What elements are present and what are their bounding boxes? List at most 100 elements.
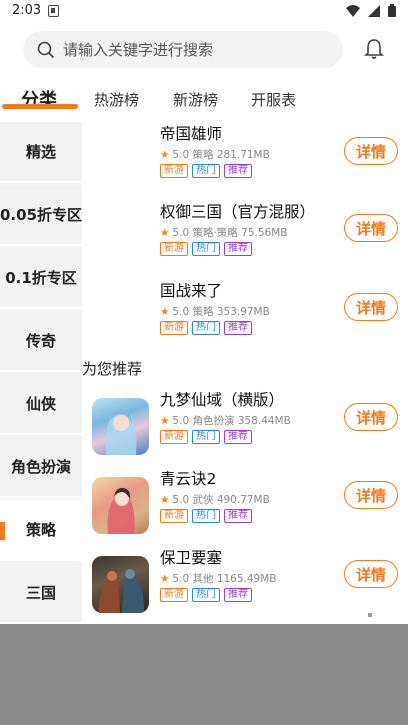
sidebar-item-label: 0.1折专区 (5, 269, 77, 287)
star-icon: ★ (160, 415, 170, 427)
detail-button[interactable]: 详情 (344, 293, 398, 321)
game-artwork (105, 408, 137, 455)
game-tags: 新游 热门 推荐 (160, 242, 252, 256)
game-thumbnail (92, 398, 149, 455)
search-placeholder: 请输入关键字进行搜索 (63, 41, 214, 59)
tag-hot: 热门 (192, 321, 220, 335)
game-size: 281.71MB (216, 149, 270, 161)
sidebar-item-rpg[interactable]: 角色扮演 (0, 437, 82, 498)
game-name: 权御三国（官方混服） (160, 203, 316, 221)
game-rating: 5.0 (172, 306, 190, 318)
sidebar-item-0.1-discount[interactable]: 0.1折专区 (0, 248, 82, 309)
game-thumbnail (92, 210, 149, 267)
game-name: 青云诀2 (160, 470, 217, 488)
tag-recommend: 推荐 (224, 509, 252, 523)
game-name: 帝国雄师 (160, 125, 223, 143)
sidebar-item-xianxia[interactable]: 仙侠 (0, 374, 82, 435)
game-thumbnail (92, 289, 149, 346)
search-input[interactable]: 请输入关键字进行搜索 (23, 31, 343, 68)
detail-button[interactable]: 详情 (344, 560, 398, 588)
active-indicator (0, 522, 5, 540)
game-meta: ★ 5.0 策略 281.71MB (160, 147, 270, 162)
game-tags: 新游 热门 推荐 (160, 164, 252, 178)
tag-new: 新游 (160, 321, 188, 335)
tag-new: 新游 (160, 242, 188, 256)
recommend-list-item[interactable]: 九梦仙域（横版） ★ 5.0 角色扮演 358.44MB 新游 热门 推荐 详情 (82, 388, 408, 458)
sidebar-item-three-kingdoms[interactable]: 三国 (0, 563, 82, 624)
star-icon: ★ (160, 306, 170, 318)
tag-recommend: 推荐 (224, 242, 252, 256)
tab-bar: 分类 热游榜 新游榜 开服表 (0, 83, 408, 118)
game-list-item[interactable]: 帝国雄师 ★ 5.0 策略 281.71MB 新游 热门 推荐 详情 (82, 122, 408, 192)
system-icons (346, 4, 396, 17)
notification-icon (48, 5, 59, 17)
sidebar-item-label: 仙侠 (25, 395, 56, 413)
game-artwork (98, 569, 144, 613)
sidebar-item-label: 三国 (25, 584, 56, 602)
game-genre: 武侠 (192, 494, 214, 506)
scroll-indicator (368, 613, 372, 617)
recommend-list-item[interactable]: 青云诀2 ★ 5.0 武侠 490.77MB 新游 热门 推荐 详情 (82, 467, 408, 537)
tag-hot: 热门 (192, 588, 220, 602)
game-size: 358.44MB (237, 415, 291, 427)
search-icon (37, 41, 55, 58)
sidebar-item-strategy[interactable]: 策略 (0, 500, 82, 561)
game-genre: 其他 (192, 573, 214, 585)
game-name: 九梦仙域（横版） (160, 391, 285, 409)
tag-hot: 热门 (192, 430, 220, 444)
tag-hot: 热门 (192, 509, 220, 523)
tag-new: 新游 (160, 588, 188, 602)
sidebar-item-legend[interactable]: 传奇 (0, 311, 82, 372)
game-size: 1165.49MB (216, 573, 277, 585)
game-size: 353.97MB (216, 306, 270, 318)
game-list-item[interactable]: 国战来了 ★ 5.0 策略 353.97MB 新游 热门 推荐 详情 (82, 279, 408, 349)
game-meta: ★ 5.0 策略·策略 75.56MB (160, 225, 287, 240)
detail-button[interactable]: 详情 (344, 137, 398, 165)
game-rating: 5.0 (172, 415, 190, 427)
status-time: 2:03 (12, 3, 42, 18)
game-tags: 新游 热门 推荐 (160, 588, 252, 602)
tab-hot-games[interactable]: 热游榜 (94, 89, 139, 110)
star-icon: ★ (160, 573, 170, 585)
game-genre: 策略 (192, 149, 214, 161)
game-thumbnail (92, 132, 149, 189)
detail-button[interactable]: 详情 (344, 481, 398, 509)
tab-server-schedule[interactable]: 开服表 (251, 89, 296, 110)
game-size: 75.56MB (241, 227, 288, 239)
detail-button[interactable]: 详情 (344, 403, 398, 431)
game-meta: ★ 5.0 其他 1165.49MB (160, 571, 277, 586)
wifi-icon (346, 4, 360, 17)
star-icon: ★ (160, 494, 170, 506)
recommend-section-title: 为您推荐 (82, 360, 143, 378)
sidebar-item-featured[interactable]: 精选 (0, 122, 82, 183)
recommend-list-item[interactable]: 保卫要塞 ★ 5.0 其他 1165.49MB 新游 热门 推荐 详情 (82, 546, 408, 616)
game-thumbnail (92, 556, 149, 613)
detail-button[interactable]: 详情 (344, 214, 398, 242)
sidebar-item-0.05-discount[interactable]: 0.05折专区 (0, 185, 82, 246)
tag-hot: 热门 (192, 242, 220, 256)
game-rating: 5.0 (172, 149, 190, 161)
tag-recommend: 推荐 (224, 164, 252, 178)
tag-recommend: 推荐 (224, 588, 252, 602)
game-tags: 新游 热门 推荐 (160, 321, 252, 335)
game-artwork (107, 487, 135, 534)
sidebar-item-label: 传奇 (25, 332, 56, 350)
category-sidebar: 精选 0.05折专区 0.1折专区 传奇 仙侠 角色扮演 策略 三国 (0, 122, 82, 624)
game-list-item[interactable]: 权御三国（官方混服） ★ 5.0 策略·策略 75.56MB 新游 热门 推荐 详情 (82, 200, 408, 270)
tag-recommend: 推荐 (224, 430, 252, 444)
sidebar-item-label: 策略 (25, 521, 56, 539)
game-name: 保卫要塞 (160, 549, 223, 567)
star-icon: ★ (160, 227, 170, 239)
sidebar-item-label: 0.05折专区 (0, 206, 83, 224)
game-meta: ★ 5.0 策略 353.97MB (160, 304, 270, 319)
game-thumbnail (92, 477, 149, 534)
game-genre: 角色扮演 (192, 415, 235, 427)
app-screen: 2:03 请输入关键字进行搜索 分类 热游榜 新游榜 开服表 精选 0.05折专… (0, 0, 408, 624)
bell-icon[interactable] (364, 38, 384, 60)
tab-new-games[interactable]: 新游榜 (173, 89, 218, 110)
game-rating: 5.0 (172, 227, 190, 239)
signal-icon (368, 4, 380, 17)
star-icon: ★ (160, 149, 170, 161)
game-size: 490.77MB (216, 494, 270, 506)
status-bar: 2:03 (0, 0, 408, 24)
